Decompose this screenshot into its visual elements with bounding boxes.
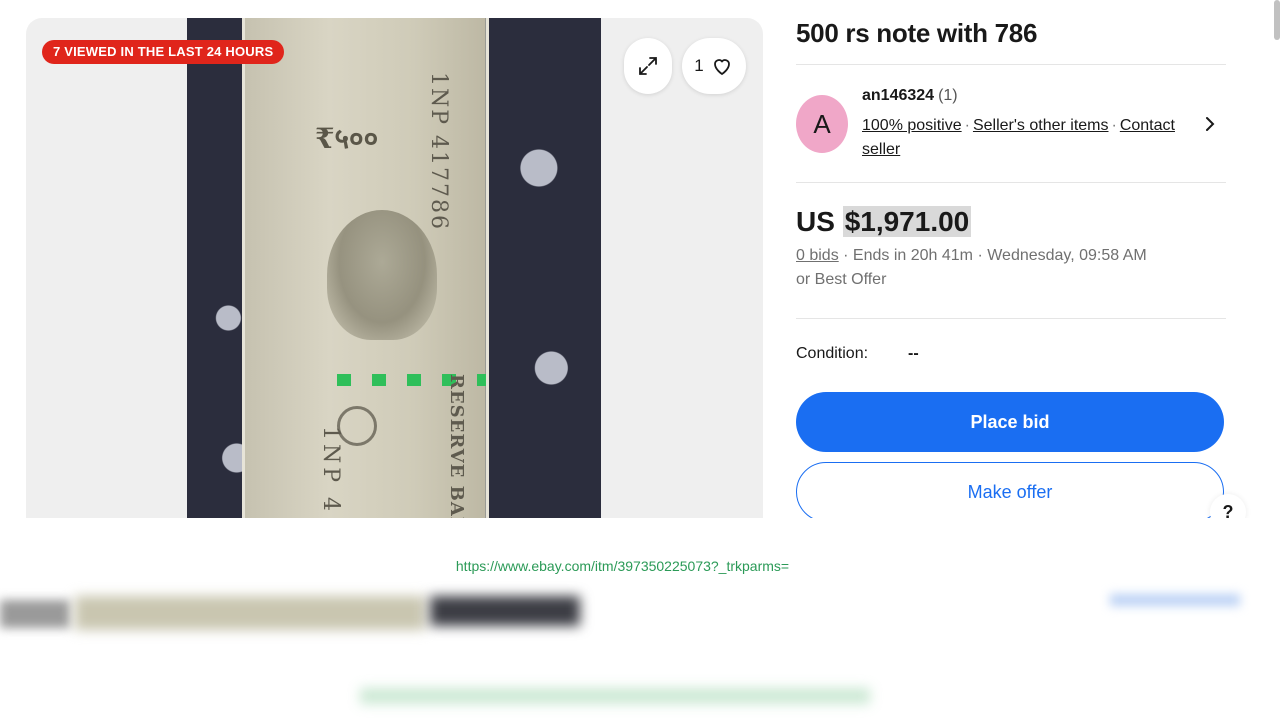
listing-url[interactable]: https://www.ebay.com/itm/397350225073?_t…	[0, 558, 1245, 574]
seller-feedback-score: (1)	[938, 87, 958, 104]
seller-other-items-link[interactable]: Seller's other items	[973, 117, 1109, 134]
chevron-right-icon[interactable]	[1198, 112, 1222, 136]
place-bid-button[interactable]: Place bid	[796, 392, 1224, 452]
expand-icon	[639, 57, 657, 75]
security-thread	[485, 18, 486, 518]
heart-icon	[713, 59, 730, 76]
bids-link[interactable]: 0 bids	[796, 247, 839, 264]
listing-title: 500 rs note with 786	[796, 18, 1038, 48]
seller-links: 100% positive · Seller's other items · Conta…	[862, 114, 1192, 162]
separator: ·	[1111, 117, 1117, 134]
best-offer-text: or Best Offer	[796, 271, 887, 288]
make-offer-button[interactable]: Make offer	[796, 462, 1224, 522]
note-denomination: ₹५००	[315, 122, 379, 155]
blurred-reflection	[0, 600, 70, 628]
divider	[796, 182, 1226, 183]
auction-end-time: · Ends in 20h 41m · Wednesday, 09:58 AM	[843, 247, 1147, 264]
price-value: $1,971.00	[842, 206, 972, 237]
url-overlay	[0, 518, 1280, 592]
seller-name[interactable]: an146324	[862, 87, 934, 104]
blurred-reflection	[1110, 594, 1240, 606]
note-serial-number: 1NP 417786	[426, 72, 451, 232]
blurred-reflection	[75, 596, 425, 630]
item-photo[interactable]: 1NP 417786 ₹५०० RESERVE BANK 1NP 4	[187, 18, 601, 518]
note-serial-prefix: 1NP 4	[318, 426, 343, 516]
seller-info: an146324 (1)	[862, 87, 958, 105]
scrollbar[interactable]	[1274, 0, 1280, 40]
divider	[796, 64, 1226, 65]
blurred-reflection	[430, 596, 580, 626]
image-gallery[interactable]: 1NP 417786 ₹५०० RESERVE BANK 1NP 4 7 VIE…	[26, 18, 763, 518]
ebay-listing-page: 1NP 417786 ₹५०० RESERVE BANK 1NP 4 7 VIE…	[0, 0, 1280, 720]
positive-feedback-link[interactable]: 100% positive	[862, 117, 962, 134]
price: US $1,971.00	[796, 206, 972, 238]
expand-button[interactable]	[624, 38, 672, 94]
condition-label: Condition:	[796, 345, 869, 362]
watch-button[interactable]: 1	[682, 38, 746, 94]
watch-count: 1	[694, 56, 704, 75]
views-badge: 7 VIEWED IN THE LAST 24 HOURS	[42, 40, 285, 64]
price-currency: US	[796, 206, 835, 237]
divider	[796, 318, 1226, 319]
separator: ·	[964, 117, 970, 134]
banknote-image: 1NP 417786 ₹५०० RESERVE BANK 1NP 4	[242, 18, 489, 518]
bid-info: 0 bids · Ends in 20h 41m · Wednesday, 09…	[796, 247, 1147, 265]
seller-avatar[interactable]: A	[796, 95, 848, 153]
note-seal	[337, 406, 377, 446]
note-portrait	[327, 210, 437, 340]
note-bank-name: RESERVE BANK	[446, 374, 467, 518]
blurred-url-reflection	[360, 688, 870, 704]
condition-value: --	[908, 345, 919, 362]
